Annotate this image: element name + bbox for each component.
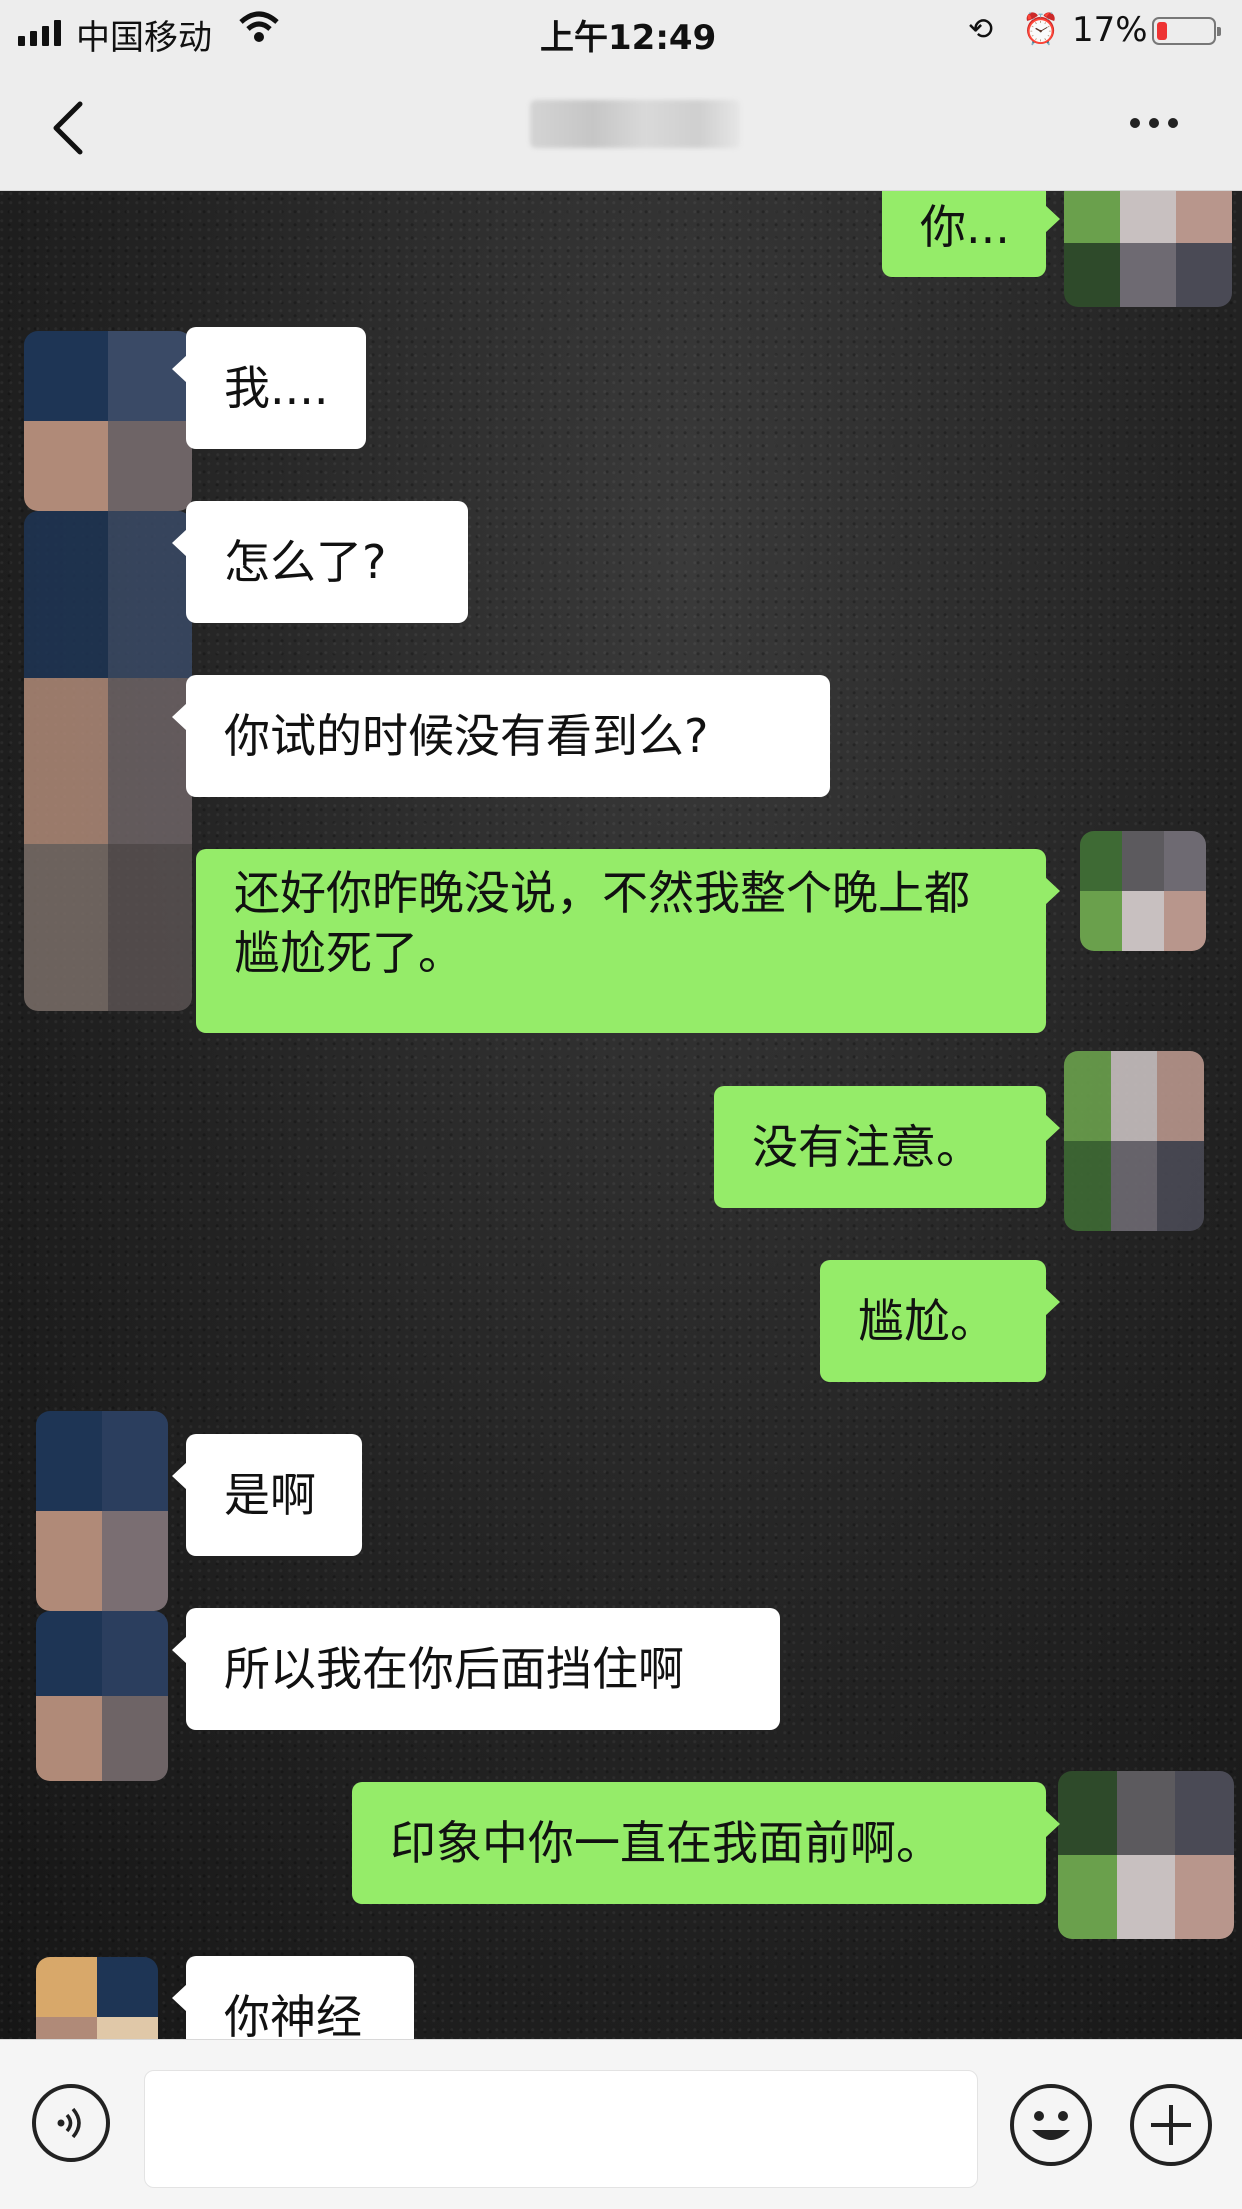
my-avatar[interactable] <box>1064 1051 1204 1231</box>
my-avatar[interactable] <box>1064 191 1232 307</box>
message-input[interactable] <box>144 2070 978 2188</box>
contact-avatar[interactable] <box>36 1411 168 1611</box>
plus-icon[interactable] <box>1130 2084 1212 2166</box>
message-bubble-outgoing[interactable]: 没有注意。 <box>714 1086 1060 1208</box>
battery-level-fill <box>1157 22 1167 40</box>
message-bubble-incoming[interactable]: 怎么了? <box>172 501 468 623</box>
message-bubble-outgoing[interactable]: 你... <box>882 191 1060 277</box>
message-bubble-outgoing[interactable]: 尴尬。 <box>820 1260 1060 1382</box>
my-avatar[interactable] <box>1080 831 1206 951</box>
back-icon[interactable] <box>46 100 90 156</box>
alarm-icon: ⏰ <box>1022 12 1060 47</box>
message-bubble-incoming[interactable]: 所以我在你后面挡住啊 <box>172 1608 780 1730</box>
contact-name-redacted <box>530 100 740 148</box>
message-bubble-outgoing[interactable]: 印象中你一直在我面前啊。 <box>352 1782 1060 1904</box>
contact-avatar[interactable] <box>36 1957 158 2039</box>
contact-avatar[interactable] <box>36 1611 168 1781</box>
chat-header <box>0 62 1242 191</box>
status-time: 上午12:49 <box>540 18 717 58</box>
contact-avatar[interactable] <box>24 331 192 511</box>
emoji-icon[interactable] <box>1010 2084 1092 2166</box>
signal-icon <box>18 18 61 46</box>
battery-icon <box>1152 17 1221 45</box>
message-bubble-outgoing[interactable]: 还好你昨晚没说，不然我整个晚上都尴尬死了。 <box>196 849 1060 1033</box>
voice-icon[interactable] <box>32 2084 110 2162</box>
message-bubble-incoming[interactable]: 我.... <box>172 327 366 449</box>
message-bubble-incoming[interactable]: 是啊 <box>172 1434 362 1556</box>
more-icon[interactable] <box>1130 118 1178 128</box>
message-bubble-incoming[interactable]: 你神经 <box>172 1956 414 2039</box>
battery-percent: 17% <box>1072 10 1148 50</box>
contact-avatar-blur <box>24 511 192 1011</box>
chat-message-list[interactable]: 你... 我.... 怎么了? 你试的时候没有看到么? 还好你昨晚没说，不然我整… <box>0 191 1242 2039</box>
carrier-name: 中国移动 <box>76 18 212 58</box>
my-avatar[interactable] <box>1058 1771 1234 1939</box>
message-bubble-incoming[interactable]: 你试的时候没有看到么? <box>172 675 830 797</box>
rotation-lock-icon: ⟲ <box>968 12 994 47</box>
status-bar: 中国移动 上午12:49 ⟲ ⏰ 17% <box>0 0 1242 62</box>
input-bar <box>0 2039 1242 2209</box>
wifi-icon <box>238 10 280 53</box>
